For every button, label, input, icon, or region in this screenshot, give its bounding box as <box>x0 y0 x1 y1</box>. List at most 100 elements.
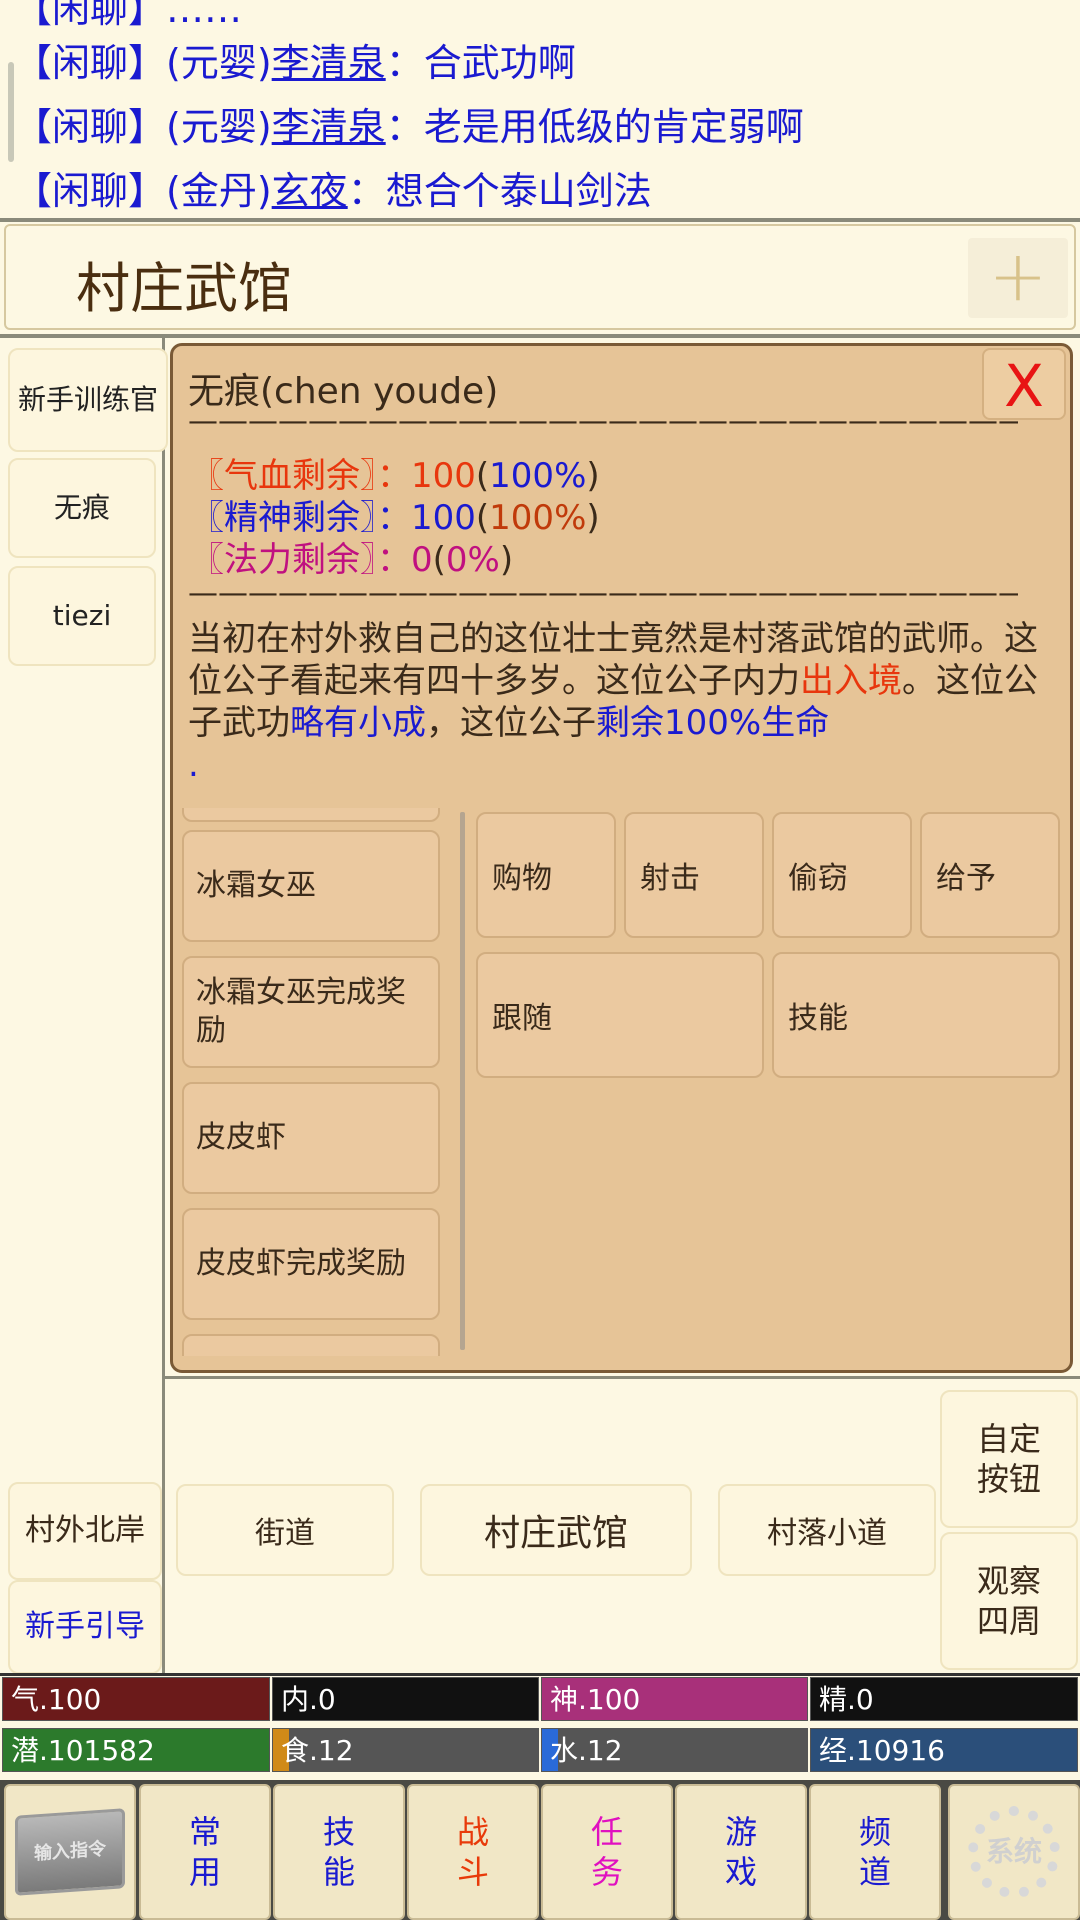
tab-label: 技 能 <box>322 1813 355 1891</box>
quest-list[interactable]: 冰霜女巫 冰霜女巫完成奖励 皮皮虾 皮皮虾完成奖励 <box>178 808 448 1356</box>
gear-icon: 系统 <box>968 1806 1060 1898</box>
status-bar: 精.0 <box>810 1677 1078 1721</box>
status-bar: 经.10916 <box>810 1728 1078 1772</box>
tab-0[interactable]: 常 用 <box>139 1784 271 1920</box>
stat-pct: 0% <box>445 540 500 580</box>
list-item[interactable] <box>182 808 440 822</box>
list-scrollbar[interactable] <box>460 812 465 1350</box>
status-bar: 食.12 <box>272 1728 539 1772</box>
list-item-label: 冰霜女巫 <box>196 868 316 903</box>
location-title: 村庄武馆 <box>76 257 292 320</box>
status-bar-label: 经.10916 <box>819 1734 945 1767</box>
divider <box>165 1376 1080 1379</box>
exit-label: 村外北岸 <box>25 1513 145 1548</box>
custom-button[interactable]: 自定 按钮 <box>940 1390 1078 1528</box>
divider <box>162 338 165 1673</box>
list-item-label: 皮皮虾 <box>196 1120 286 1155</box>
newbie-guide-button[interactable]: 新手引导 <box>8 1580 162 1674</box>
status-bar-label: 潜.101582 <box>11 1734 155 1767</box>
chat-rank: (元婴) <box>166 41 272 85</box>
current-location-button[interactable]: 村庄武馆 <box>420 1484 692 1576</box>
npc-label: tiezi <box>52 599 112 632</box>
list-item-label: 皮皮虾完成奖励 <box>196 1246 406 1281</box>
exit-north-shore-button[interactable]: 村外北岸 <box>8 1482 162 1580</box>
status-bar: 气.100 <box>2 1677 270 1721</box>
shop-button[interactable]: 购物 <box>476 812 616 938</box>
input-command-button[interactable]: 输入指令 <box>4 1784 136 1920</box>
status-bar: 神.100 <box>541 1677 808 1721</box>
list-item[interactable]: 皮皮虾 <box>182 1082 440 1194</box>
exit-label: 村落小道 <box>767 1516 887 1551</box>
status-bar: 内.0 <box>272 1677 539 1721</box>
divider: ———————————————————————————————— <box>188 576 1018 611</box>
list-item[interactable]: 冰霜女巫 <box>182 830 440 942</box>
chat-player-name[interactable]: 李清泉 <box>272 41 386 85</box>
shoot-button[interactable]: 射击 <box>624 812 764 938</box>
npc-button[interactable]: tiezi <box>8 566 156 666</box>
tab-4[interactable]: 游 戏 <box>675 1784 807 1920</box>
desc-text: . <box>188 745 199 785</box>
steal-button[interactable]: 偷窃 <box>772 812 912 938</box>
look-around-button[interactable]: 观察 四周 <box>940 1532 1078 1670</box>
chat-player-name[interactable]: 玄夜 <box>272 169 348 213</box>
status-bar: 水.12 <box>541 1728 808 1772</box>
stat-value: 0 <box>411 540 433 580</box>
tab-label: 游 戏 <box>724 1813 757 1891</box>
status-bar-label: 食.12 <box>281 1734 354 1767</box>
chat-rank: (元婴) <box>166 105 272 149</box>
action-label: 射击 <box>640 861 700 896</box>
exit-label: 村庄武馆 <box>483 1513 628 1554</box>
action-label: 偷窃 <box>788 861 848 896</box>
desc-highlight: 剩余100%生命 <box>596 703 830 743</box>
npc-label: 新手训练官 <box>17 383 158 416</box>
npc-label: 无痕 <box>53 491 110 524</box>
status-bar-label: 水.12 <box>550 1734 623 1767</box>
chat-scrollbar[interactable] <box>8 62 14 162</box>
chat-line: 【闲聊】(金丹)玄夜：想合个泰山剑法 <box>14 160 652 215</box>
desc-highlight: 出入境 <box>800 661 902 701</box>
list-item[interactable]: 皮皮虾完成奖励 <box>182 1208 440 1320</box>
skills-button[interactable]: 技能 <box>772 952 1060 1078</box>
desc-text: ，这位公子 <box>426 703 596 743</box>
divider: ———————————————————————————————— <box>188 404 1018 439</box>
chat-player-name[interactable]: 李清泉 <box>272 105 386 149</box>
exit-village-path-button[interactable]: 村落小道 <box>718 1484 936 1576</box>
chat-line: 【闲聊】(元婴)李清泉：老是用低级的肯定弱啊 <box>14 96 804 151</box>
status-bar-label: 精.0 <box>819 1683 874 1716</box>
follow-button[interactable]: 跟随 <box>476 952 764 1078</box>
stat-mana: 〖法力剩余〗：0(0%) <box>190 540 514 580</box>
chat-text: ：老是用低级的肯定弱啊 <box>385 105 804 149</box>
exit-street-button[interactable]: 街道 <box>176 1484 394 1576</box>
tab-3[interactable]: 任 务 <box>541 1784 673 1920</box>
list-item-label: 冰霜女巫完成奖励 <box>196 975 406 1048</box>
list-item[interactable]: 冰霜女巫完成奖励 <box>182 956 440 1068</box>
chat-line: 【闲聊】(元婴)李清泉：合武功啊 <box>14 32 576 87</box>
list-item[interactable] <box>182 1334 440 1356</box>
side-button-label: 观察 四周 <box>976 1562 1041 1640</box>
action-label: 给予 <box>936 861 996 896</box>
npc-button[interactable]: 无痕 <box>8 458 156 558</box>
tab-5[interactable]: 频 道 <box>809 1784 941 1920</box>
npc-button[interactable]: 新手训练官 <box>8 348 168 452</box>
tab-label: 频 道 <box>858 1813 891 1891</box>
chat-log[interactable]: 【闲聊】…… 【闲聊】(元婴)李清泉：合武功啊 【闲聊】(元婴)李清泉：老是用低… <box>0 0 1080 220</box>
guide-label: 新手引导 <box>25 1609 145 1644</box>
system-button[interactable]: 系统 <box>948 1784 1080 1920</box>
give-button[interactable]: 给予 <box>920 812 1060 938</box>
tab-label: 常 用 <box>188 1813 221 1891</box>
divider <box>0 218 1080 222</box>
plus-icon[interactable]: + <box>968 238 1068 318</box>
chat-text: ：合武功啊 <box>385 41 576 85</box>
desc-highlight: 略有小成 <box>290 703 426 743</box>
tab-2[interactable]: 战 斗 <box>407 1784 539 1920</box>
tab-label: 战 斗 <box>456 1813 489 1891</box>
divider <box>0 1673 1080 1676</box>
tab-label: 任 务 <box>590 1813 623 1891</box>
chat-channel: 【闲聊】 <box>14 169 167 213</box>
action-label: 购物 <box>492 861 552 896</box>
side-button-label: 自定 按钮 <box>976 1420 1041 1498</box>
status-bar: 潜.101582 <box>2 1728 270 1772</box>
chat-channel: 【闲聊】 <box>14 41 167 85</box>
input-command-icon-text: 输入指令 <box>34 1838 106 1865</box>
tab-1[interactable]: 技 能 <box>273 1784 405 1920</box>
